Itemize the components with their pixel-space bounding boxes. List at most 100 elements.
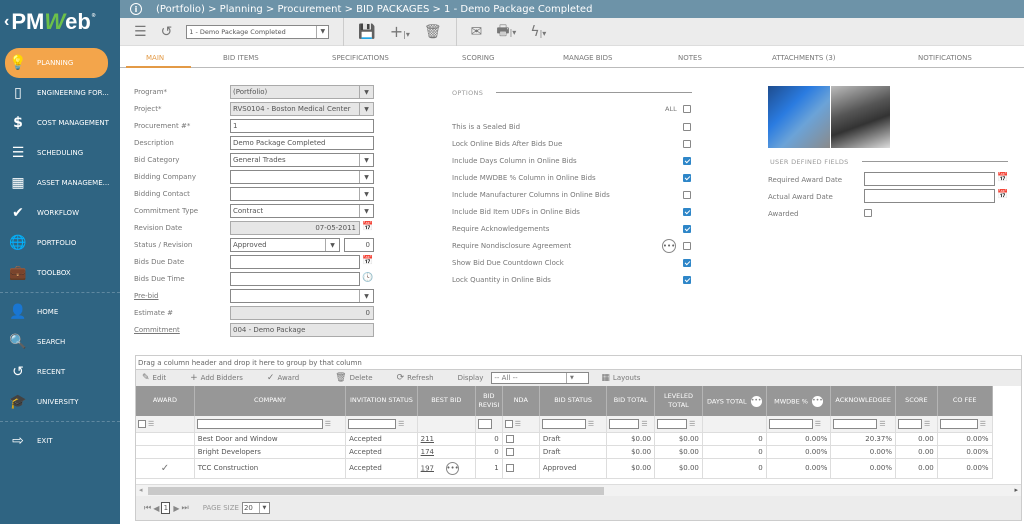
invitation-status-filter-input[interactable] xyxy=(348,418,397,429)
commitment-type-select[interactable]: Contract ▼ xyxy=(230,204,374,218)
sidebar-item-planning[interactable]: 💡 PLANNING xyxy=(5,48,108,78)
pmweb-logo[interactable]: ‹ PM Web ® xyxy=(0,0,120,44)
group-by-drop-zone[interactable]: Drag a column header and drop it here to… xyxy=(136,356,1021,370)
add-bidders-button[interactable]: + Add Bidders xyxy=(190,373,255,383)
bid-total-filter-input[interactable] xyxy=(609,418,640,429)
sidebar-item-engineering[interactable]: ▯ ENGINEERING FOR... xyxy=(0,78,120,108)
history-icon[interactable]: ↺ xyxy=(161,24,173,40)
pre-bid-link[interactable]: Pre-bid xyxy=(134,292,159,300)
layouts-button[interactable]: ▦ Layouts xyxy=(601,373,652,383)
option-checkbox[interactable] xyxy=(683,276,691,284)
option-checkbox[interactable] xyxy=(683,259,691,267)
column-header-best-bid[interactable]: BEST BID xyxy=(417,386,476,416)
sidebar-item-exit[interactable]: ⇨ EXIT xyxy=(0,426,120,456)
award-button[interactable]: ✓ Award xyxy=(267,373,311,383)
horizontal-scrollbar[interactable]: ◂ ▸ xyxy=(136,484,1021,496)
commitment-link[interactable]: Commitment xyxy=(134,326,180,334)
sidebar-item-asset-management[interactable]: ▦ ASSET MANAGEME... xyxy=(0,168,120,198)
filter-icon[interactable]: ☰ xyxy=(689,420,695,428)
option-checkbox[interactable] xyxy=(683,140,691,148)
more-icon[interactable]: ••• xyxy=(750,395,762,407)
record-select[interactable]: 1 - Demo Package Completed ▼ xyxy=(186,24,330,39)
bid-revision-filter-input[interactable] xyxy=(477,418,492,429)
procurement-number-input[interactable]: 1 xyxy=(230,119,374,133)
print-icon[interactable]: 🖶|▾ xyxy=(496,20,516,44)
description-input[interactable]: Demo Package Completed xyxy=(230,136,374,150)
bid-category-select[interactable]: General Trades ▼ xyxy=(230,153,374,167)
status-select[interactable]: Approved ▼ xyxy=(230,238,340,252)
tab-notifications[interactable]: NOTIFICATIONS xyxy=(918,54,972,62)
filter-icon[interactable]: ☰ xyxy=(879,420,885,428)
sidebar-item-workflow[interactable]: ✔ WORKFLOW xyxy=(0,198,120,228)
refresh-button[interactable]: ⟳ Refresh xyxy=(397,373,446,383)
mwdbe-filter-input[interactable] xyxy=(768,418,813,429)
tab-main[interactable]: MAIN xyxy=(146,54,164,62)
more-icon[interactable]: ••• xyxy=(811,395,823,407)
filter-icon[interactable]: ☰ xyxy=(641,420,647,428)
tab-notes[interactable]: NOTES xyxy=(678,54,702,62)
sidebar-item-home[interactable]: 👤 HOME xyxy=(0,297,120,327)
best-bid-link[interactable]: 211 xyxy=(421,435,434,443)
program-select[interactable]: (Portfolio) ▼ xyxy=(230,85,374,99)
sidebar-item-cost-management[interactable]: $ COST MANAGEMENT xyxy=(0,108,120,138)
delete-button[interactable]: 🗑 Delete xyxy=(335,373,384,383)
lightning-icon[interactable]: ϟ|▾ xyxy=(530,24,546,40)
sidebar-item-search[interactable]: 🔍 SEARCH xyxy=(0,327,120,357)
filter-icon[interactable]: ☰ xyxy=(588,420,594,428)
info-icon[interactable]: i xyxy=(130,3,142,15)
co-fee-filter-input[interactable] xyxy=(939,418,978,429)
clock-icon[interactable]: 🕓 xyxy=(362,273,373,283)
filter-icon[interactable]: ☰ xyxy=(398,420,404,428)
revision-date-input[interactable]: 07-05-2011 xyxy=(230,221,360,235)
best-bid-cell[interactable]: 211 xyxy=(417,432,476,446)
prev-page-icon[interactable]: ◀ xyxy=(153,504,159,513)
bidding-company-select[interactable]: ▼ xyxy=(230,170,374,184)
scroll-right-icon[interactable]: ▸ xyxy=(1014,486,1018,494)
first-page-icon[interactable]: ⏮ xyxy=(144,503,151,513)
nda-checkbox[interactable] xyxy=(505,447,514,456)
scrollbar-thumb[interactable] xyxy=(148,487,604,495)
display-select[interactable]: -- All -- ▼ xyxy=(491,372,590,384)
tab-attachments[interactable]: ATTACHMENTS (3) xyxy=(772,54,836,62)
calendar-icon[interactable]: 📅 xyxy=(362,222,373,232)
option-checkbox[interactable] xyxy=(683,174,691,182)
column-header-acknowledged[interactable]: ACKNOWLEDGEE xyxy=(830,386,896,416)
column-header-leveled-total[interactable]: LEVELED TOTAL xyxy=(654,386,703,416)
sidebar-item-scheduling[interactable]: ☰ SCHEDULING xyxy=(0,138,120,168)
bids-due-time-input[interactable] xyxy=(230,272,360,286)
breadcrumb[interactable]: (Portfolio) > Planning > Procurement > B… xyxy=(156,4,592,15)
awarded-checkbox[interactable] xyxy=(864,209,872,217)
option-checkbox[interactable] xyxy=(683,225,691,233)
best-bid-cell[interactable]: 197 ••• xyxy=(417,458,476,479)
column-header-bid-revision[interactable]: BID REVISI xyxy=(475,386,503,416)
filter-icon[interactable]: ☰ xyxy=(148,420,154,428)
table-row[interactable]: ✓ TCC Construction Accepted 197 ••• 1 Approved… xyxy=(136,458,1021,479)
all-checkbox[interactable] xyxy=(683,105,691,113)
bid-status-filter-input[interactable] xyxy=(541,418,586,429)
tab-manage-bids[interactable]: MANAGE BIDS xyxy=(563,54,613,62)
score-filter-input[interactable] xyxy=(897,418,922,429)
filter-icon[interactable]: ☰ xyxy=(924,420,930,428)
option-checkbox[interactable] xyxy=(683,208,691,216)
column-header-bid-status[interactable]: BID STATUS xyxy=(539,386,608,416)
tab-specifications[interactable]: SPECIFICATIONS xyxy=(332,54,389,62)
table-row[interactable]: Bright Developers Accepted 174 0 Draft $0.00 $… xyxy=(136,445,1021,459)
edit-button[interactable]: ✎ Edit xyxy=(142,373,178,383)
email-icon[interactable]: ✉ xyxy=(471,24,483,40)
save-icon[interactable]: 💾 xyxy=(358,24,375,40)
column-header-co-fee[interactable]: CO FEE xyxy=(937,386,993,416)
revision-input[interactable]: 0 xyxy=(344,238,374,252)
calendar-icon[interactable]: 📅 xyxy=(997,173,1008,183)
filter-icon[interactable]: ☰ xyxy=(815,420,821,428)
tab-bid-items[interactable]: BID ITEMS xyxy=(223,54,259,62)
list-icon[interactable]: ☰ xyxy=(134,24,147,40)
nda-checkbox[interactable] xyxy=(505,464,514,472)
option-checkbox[interactable] xyxy=(683,157,691,165)
column-header-bid-total[interactable]: BID TOTAL xyxy=(606,386,656,416)
award-filter-checkbox[interactable] xyxy=(138,419,146,428)
best-bid-link[interactable]: 174 xyxy=(421,448,434,456)
filter-icon[interactable]: ☰ xyxy=(515,420,521,428)
calendar-icon[interactable]: 📅 xyxy=(362,256,373,266)
best-bid-cell[interactable]: 174 xyxy=(417,445,476,459)
project-select[interactable]: RVS0104 - Boston Medical Center ▼ xyxy=(230,102,374,116)
